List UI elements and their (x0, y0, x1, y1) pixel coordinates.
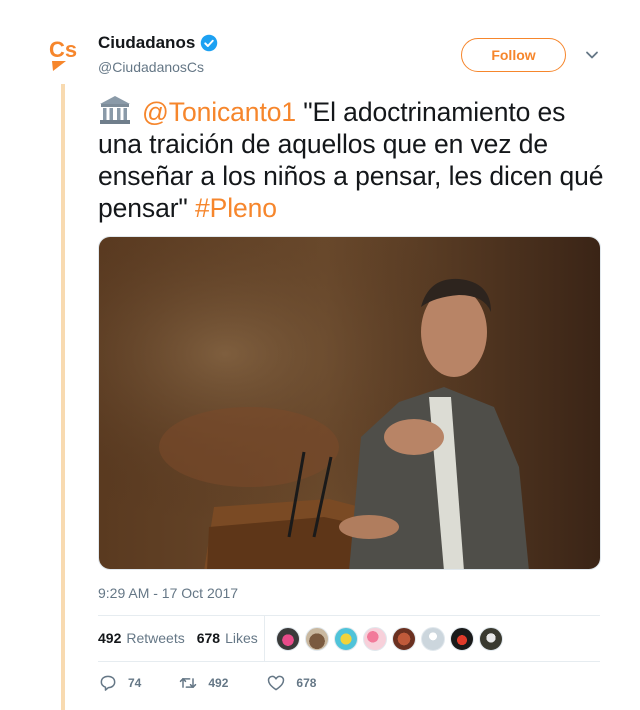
reply-count: 74 (128, 676, 142, 690)
retweets-label: Retweets (126, 630, 185, 646)
author-handle[interactable]: @CiudadanosCs (98, 59, 204, 75)
tweet-actions: 74 492 678 (98, 673, 316, 693)
retweets-stat[interactable]: 492 Retweets (98, 630, 185, 646)
verified-badge-icon (201, 34, 218, 52)
retweet-count: 492 (208, 676, 229, 690)
classical-building-icon (100, 96, 130, 124)
tweet-text: @Tonicanto1 "El adoctrinamiento es una t… (98, 95, 608, 224)
liker-avatars (276, 627, 508, 651)
likes-count: 678 (196, 630, 221, 646)
divider (98, 615, 600, 616)
liker-avatar[interactable] (479, 627, 503, 651)
author-name[interactable]: Ciudadanos (98, 33, 218, 53)
like-count: 678 (296, 676, 317, 690)
likes-label: Likes (225, 630, 258, 646)
likes-stat[interactable]: 678 Likes (197, 630, 258, 646)
divider (98, 661, 600, 662)
heart-icon (268, 675, 285, 691)
thread-line (61, 84, 65, 710)
liker-avatar[interactable] (305, 627, 329, 651)
reply-icon (100, 675, 116, 691)
stats-separator (264, 616, 265, 661)
tweet-photo[interactable] (98, 236, 601, 570)
avatar[interactable]: Cs (46, 35, 86, 75)
liker-avatar[interactable] (334, 627, 358, 651)
liker-avatar[interactable] (450, 627, 474, 651)
logo-text: Cs (49, 37, 77, 62)
liker-avatar[interactable] (363, 627, 387, 651)
chevron-down-icon[interactable] (583, 46, 601, 64)
retweet-button[interactable]: 492 (178, 673, 228, 693)
liker-avatar[interactable] (392, 627, 416, 651)
reply-button[interactable]: 74 (98, 673, 141, 693)
mention-link[interactable]: @Tonicanto1 (142, 97, 296, 127)
liker-avatar[interactable] (276, 627, 300, 651)
follow-button[interactable]: Follow (461, 38, 566, 72)
like-button[interactable]: 678 (266, 673, 316, 693)
hashtag-link[interactable]: #Pleno (195, 193, 277, 223)
liker-avatar[interactable] (421, 627, 445, 651)
timestamp[interactable]: 9:29 AM - 17 Oct 2017 (98, 585, 238, 601)
engagement-stats: 492 Retweets 678 Likes (98, 630, 270, 646)
retweets-count: 492 (98, 630, 122, 646)
retweet-icon (180, 678, 197, 688)
author-name-label: Ciudadanos (98, 33, 196, 52)
